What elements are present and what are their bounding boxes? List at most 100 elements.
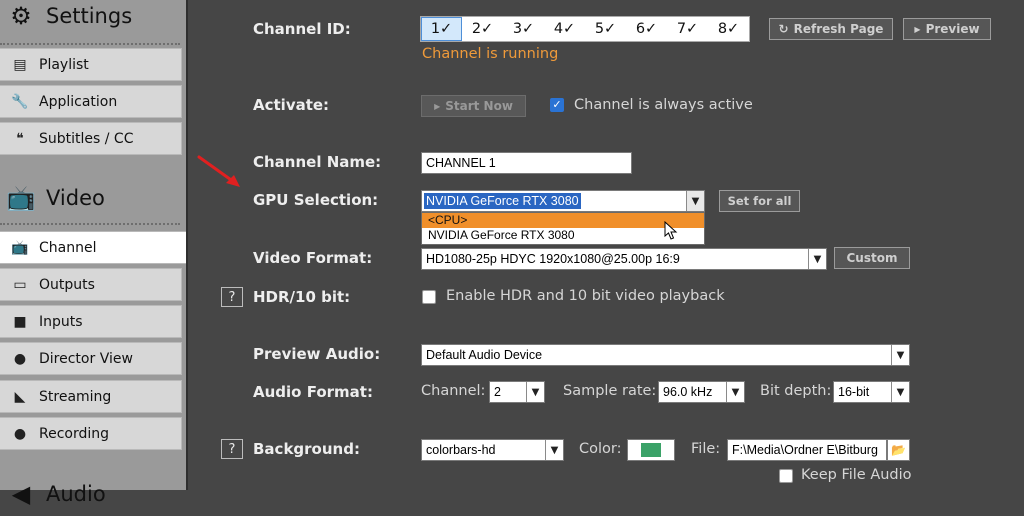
channel-tab-4[interactable]: 4✓ <box>544 17 585 41</box>
bit-depth-select[interactable]: 16-bit ▼ <box>833 381 910 403</box>
start-now-label: Start Now <box>445 99 513 113</box>
background-value: colorbars-hd <box>426 443 496 457</box>
mouse-cursor-icon <box>664 221 678 240</box>
chevron-down-icon[interactable]: ▼ <box>545 440 563 460</box>
hdr-checkbox[interactable] <box>422 290 436 304</box>
rss-icon: ◣ <box>14 388 26 405</box>
always-active-checkbox[interactable]: ✓ <box>550 98 564 112</box>
sidebar-item-label: Subtitles / CC <box>39 130 134 147</box>
gpu-selection-label: GPU Selection: <box>253 191 379 209</box>
gpu-option-rtx3080[interactable]: NVIDIA GeForce RTX 3080 <box>422 228 704 243</box>
sidebar-item-subtitles[interactable]: ❝ Subtitles / CC <box>0 122 182 155</box>
channel-id-label: Channel ID: <box>253 20 351 38</box>
sidebar-item-streaming[interactable]: ◣ Streaming <box>0 380 182 413</box>
sidebar-item-label: Streaming <box>39 388 112 405</box>
refresh-page-button[interactable]: ↻ Refresh Page <box>769 18 893 40</box>
audio-format-label: Audio Format: <box>253 383 373 401</box>
start-now-button[interactable]: ▶ Start Now <box>421 95 526 117</box>
audio-channel-value: 2 <box>494 385 501 399</box>
record-icon: ● <box>13 425 27 442</box>
sidebar-item-channel[interactable]: 📺 Channel <box>0 231 186 264</box>
sample-rate-select[interactable]: 96.0 kHz ▼ <box>658 381 745 403</box>
channel-tab-3[interactable]: 3✓ <box>503 17 544 41</box>
channel-tab-2[interactable]: 2✓ <box>462 17 503 41</box>
background-label: Background: <box>253 440 360 458</box>
background-select[interactable]: colorbars-hd ▼ <box>421 439 564 461</box>
preview-audio-select[interactable]: Default Audio Device ▼ <box>421 344 910 366</box>
hdr-label: HDR/10 bit: <box>253 288 351 306</box>
divider <box>0 43 180 45</box>
color-swatch-fill <box>641 443 661 457</box>
chevron-down-icon[interactable]: ▼ <box>891 382 909 402</box>
audio-channel-label: Channel: <box>421 383 486 399</box>
video-header: 📺 Video <box>0 176 182 220</box>
preview-label: Preview <box>925 22 980 36</box>
video-header-label: Video <box>46 186 105 210</box>
audio-header: ◀ Audio <box>0 472 182 516</box>
refresh-page-label: Refresh Page <box>793 22 884 36</box>
chevron-down-icon[interactable]: ▼ <box>686 191 704 211</box>
sidebar-item-label: Inputs <box>39 313 83 330</box>
set-for-all-button[interactable]: Set for all <box>719 190 800 212</box>
preview-audio-label: Preview Audio: <box>253 345 381 363</box>
hdr-help-button[interactable]: ? <box>221 287 243 307</box>
file-path-input[interactable]: F:\Media\Ordner E\Bitburg <box>727 439 887 461</box>
folder-open-icon[interactable]: 📂 <box>887 439 910 461</box>
tv-icon: 📺 <box>11 239 29 256</box>
refresh-icon: ↻ <box>778 22 789 36</box>
sidebar-item-label: Recording <box>39 425 110 442</box>
sidebar-item-label: Playlist <box>39 56 89 73</box>
keep-file-audio-checkbox[interactable] <box>779 469 793 483</box>
camera-icon: ■ <box>13 313 27 330</box>
gpu-dropdown-list: <CPU> NVIDIA GeForce RTX 3080 <box>421 212 705 245</box>
preview-audio-value: Default Audio Device <box>426 348 543 362</box>
sidebar-item-recording[interactable]: ● Recording <box>0 417 182 450</box>
gpu-select[interactable]: NVIDIA GeForce RTX 3080 ▼ <box>421 190 705 212</box>
sidebar-item-label: Application <box>39 93 118 110</box>
channel-tab-5[interactable]: 5✓ <box>585 17 626 41</box>
video-format-value: HD1080-25p HDYC 1920x1080@25.00p 16:9 <box>426 252 680 266</box>
sidebar-item-label: Channel <box>39 239 97 256</box>
sidebar-item-inputs[interactable]: ■ Inputs <box>0 305 182 338</box>
chevron-down-icon[interactable]: ▼ <box>891 345 909 365</box>
bit-depth-label: Bit depth: <box>760 383 832 399</box>
keep-file-audio-label: Keep File Audio <box>801 467 912 483</box>
chevron-down-icon[interactable]: ▼ <box>726 382 744 402</box>
channel-name-input[interactable]: CHANNEL 1 <box>421 152 632 174</box>
always-active-label: Channel is always active <box>574 97 753 113</box>
sample-rate-value: 96.0 kHz <box>663 385 713 399</box>
sidebar-item-application[interactable]: 🔧 Application <box>0 85 182 118</box>
color-label: Color: <box>579 441 622 457</box>
channel-id-tabs: 1✓ 2✓ 3✓ 4✓ 5✓ 6✓ 7✓ 8✓ <box>420 16 750 42</box>
sidebar-item-outputs[interactable]: ▭ Outputs <box>0 268 182 301</box>
speech-icon: ❝ <box>16 130 24 147</box>
sidebar-item-playlist[interactable]: ▤ Playlist <box>0 48 182 81</box>
channel-status: Channel is running <box>422 46 559 62</box>
video-format-select[interactable]: HD1080-25p HDYC 1920x1080@25.00p 16:9 ▼ <box>421 248 827 270</box>
chevron-down-icon[interactable]: ▼ <box>526 382 544 402</box>
sample-rate-label: Sample rate: <box>563 383 657 399</box>
sidebar-item-label: Outputs <box>39 276 95 293</box>
sidebar: ⚙ Settings ▤ Playlist 🔧 Application ❝ Su… <box>0 0 188 508</box>
activate-label: Activate: <box>253 96 330 114</box>
sidebar-item-label: Director View <box>39 350 133 367</box>
monitor-icon: ▭ <box>13 276 27 293</box>
color-swatch[interactable] <box>627 439 675 461</box>
channel-tab-1[interactable]: 1✓ <box>421 17 462 41</box>
annotation-arrow-icon <box>197 155 240 187</box>
speaker-icon: ◀ <box>11 480 31 508</box>
preview-button[interactable]: ▶ Preview <box>903 18 991 40</box>
chevron-down-icon[interactable]: ▼ <box>808 249 826 269</box>
background-help-button[interactable]: ? <box>221 439 243 459</box>
channel-tab-7[interactable]: 7✓ <box>667 17 708 41</box>
sidebar-item-director-view[interactable]: ● Director View <box>0 342 182 375</box>
channel-tab-8[interactable]: 8✓ <box>708 17 749 41</box>
playlist-icon: ▤ <box>13 56 27 73</box>
person-icon: ● <box>13 350 27 367</box>
gpu-option-cpu[interactable]: <CPU> <box>422 213 704 228</box>
channel-tab-6[interactable]: 6✓ <box>626 17 667 41</box>
play-icon: ▶ <box>914 24 921 34</box>
audio-channel-select[interactable]: 2 ▼ <box>489 381 545 403</box>
settings-header: ⚙ Settings <box>0 0 182 38</box>
custom-button[interactable]: Custom <box>834 247 910 269</box>
